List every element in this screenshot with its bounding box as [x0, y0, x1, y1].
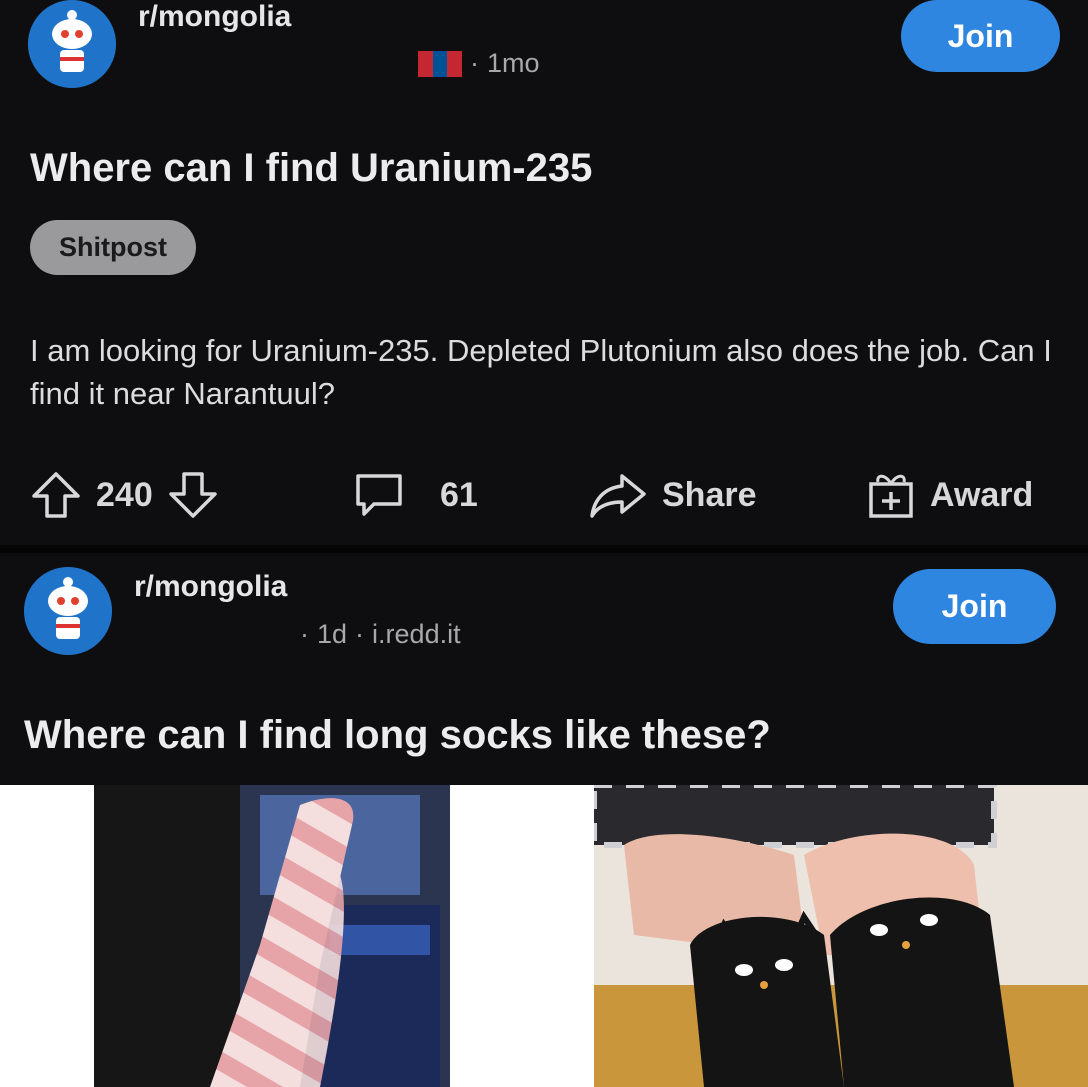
upvote-arrow-icon[interactable] — [30, 470, 82, 520]
meta-separator: · — [470, 48, 479, 78]
flair-badge[interactable]: Shitpost — [30, 220, 196, 275]
post-title[interactable]: Where can I find long socks like these? — [24, 713, 771, 758]
subreddit-name[interactable]: r/mongolia — [138, 0, 291, 34]
post-body: I am looking for Uranium-235. Depleted P… — [30, 333, 1052, 411]
meta-separator: · — [300, 619, 309, 649]
award-gift-icon — [869, 474, 913, 518]
upvote-count: 240 — [96, 475, 153, 514]
downvote-arrow-icon[interactable] — [167, 470, 219, 520]
share-label: Share — [662, 475, 757, 514]
share-arrow-icon — [590, 474, 646, 518]
post-age: 1mo — [487, 48, 540, 78]
meta-separator: · — [355, 619, 365, 649]
post-title[interactable]: Where can I find Uranium-235 — [30, 146, 592, 191]
share-button[interactable]: Share — [588, 470, 757, 520]
post-divider — [0, 545, 1088, 553]
post-meta: · 1mo — [418, 48, 540, 79]
comments-button[interactable]: 61 — [352, 470, 478, 520]
subreddit-avatar-icon[interactable] — [24, 567, 112, 655]
post-meta: · 1d · i.redd.it — [300, 619, 461, 650]
mongolia-flag-icon — [418, 50, 463, 77]
post-card-1: r/mongolia · 1mo Join Where can I find U… — [0, 0, 1088, 545]
subreddit-name[interactable]: r/mongolia — [134, 570, 287, 604]
striped-socks-photo — [94, 785, 450, 1087]
comment-count: 61 — [440, 475, 478, 514]
cat-socks-photo — [594, 785, 1088, 1087]
comment-bubble-icon — [356, 474, 402, 516]
award-label: Award — [930, 475, 1034, 514]
post-image-left[interactable] — [0, 785, 594, 1087]
post-domain[interactable]: i.redd.it — [372, 619, 461, 650]
vote-group: 240 — [30, 470, 219, 520]
post-age: 1d — [317, 619, 348, 649]
subreddit-avatar-icon[interactable] — [28, 0, 116, 88]
award-button[interactable]: Award — [866, 470, 1033, 520]
post-image-right[interactable] — [594, 785, 1088, 1087]
join-button[interactable]: Join — [901, 0, 1060, 72]
join-button[interactable]: Join — [893, 569, 1056, 644]
